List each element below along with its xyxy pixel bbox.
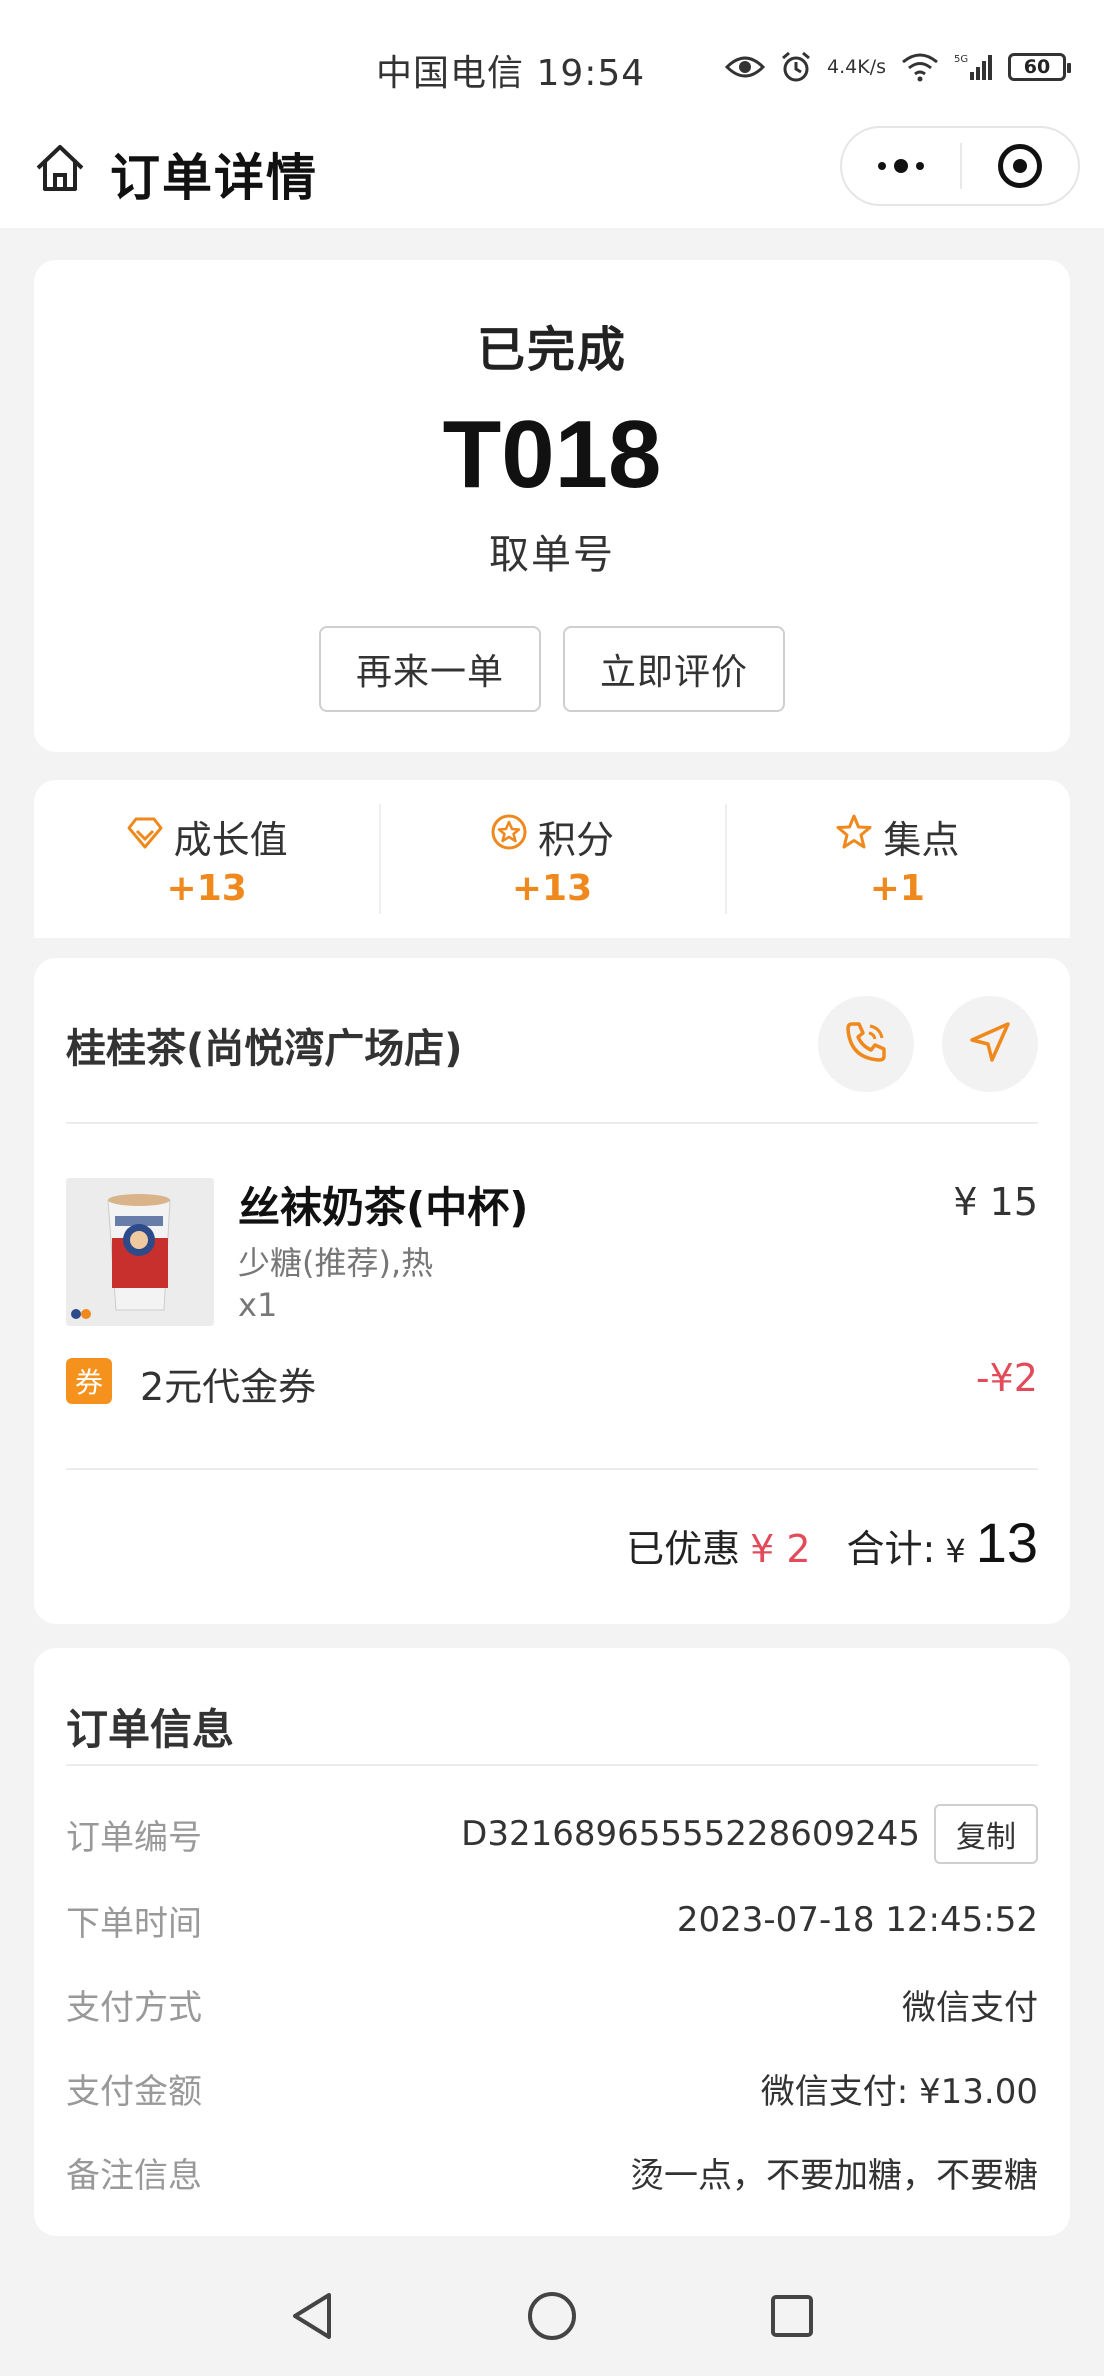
discount-value: ¥ 2	[750, 1527, 811, 1571]
order-total: 已优惠 ¥ 2 合计: ¥ 13	[626, 1510, 1038, 1575]
miniprogram-capsule	[840, 126, 1080, 206]
coupon-name: 2元代金券	[140, 1365, 317, 1409]
discount-label: 已优惠	[626, 1527, 741, 1571]
coupon-icon: 券	[66, 1358, 112, 1404]
home-button[interactable]	[432, 2290, 672, 2346]
home-icon[interactable]	[34, 142, 86, 194]
page-title: 订单详情	[110, 149, 318, 207]
recents-square-icon	[768, 2292, 816, 2344]
info-row-payment-method: 支付方式 微信支付	[66, 1974, 1038, 2034]
order-number: D3216896555522860924​5	[461, 1814, 920, 1854]
reward-value: +13	[166, 868, 247, 909]
info-key: 支付方式	[66, 1987, 202, 2028]
phone-icon	[842, 1018, 890, 1070]
back-triangle-icon	[287, 2289, 337, 2347]
nav-bar: 订单详情	[0, 110, 1104, 228]
star-icon	[835, 813, 873, 860]
navigation-arrow-icon	[966, 1018, 1014, 1070]
divider	[66, 1122, 1038, 1124]
reward-points: 积分 +13	[379, 780, 724, 938]
reward-label: 集点	[883, 818, 960, 862]
alarm-icon	[779, 50, 813, 84]
carrier-time: 中国电信 19:54	[376, 53, 646, 94]
target-icon	[998, 144, 1042, 188]
reward-value: +13	[511, 868, 593, 909]
product-image	[66, 1178, 214, 1326]
order-items-card: 桂桂茶(尚悦湾广场店) 丝袜奶茶(中杯) 少糖(推荐),热 x1 ¥ 15 券 …	[34, 958, 1070, 1624]
close-miniprogram-button[interactable]	[962, 144, 1078, 188]
order-info-title: 订单信息	[66, 1705, 235, 1754]
call-store-button[interactable]	[818, 996, 914, 1092]
back-button[interactable]	[192, 2289, 432, 2347]
info-row-order-number: 订单编号 D3216896555522860924​5 复制	[66, 1804, 1038, 1864]
svg-text:5G: 5G	[954, 54, 968, 65]
copy-button[interactable]: 复制	[934, 1804, 1038, 1864]
info-row-remark: 备注信息 烫一点，不要加糖，不要糖	[66, 2142, 1038, 2202]
pickup-label: 取单号	[489, 532, 615, 578]
store-name[interactable]: 桂桂茶(尚悦湾广场店)	[66, 1016, 463, 1074]
total-amount: 13	[975, 1511, 1038, 1574]
product-name: 丝袜奶茶(中杯)	[238, 1183, 529, 1232]
battery-icon: 60	[1008, 53, 1071, 81]
review-button[interactable]: 立即评价	[563, 626, 785, 712]
more-menu-button[interactable]	[842, 128, 960, 204]
info-key: 订单编号	[66, 1817, 202, 1858]
system-nav-bar	[0, 2260, 1104, 2376]
recents-button[interactable]	[672, 2292, 912, 2344]
home-circle-icon	[526, 2290, 578, 2346]
eye-icon	[725, 54, 766, 80]
points-star-icon	[490, 813, 528, 860]
info-key: 支付金额	[66, 2071, 202, 2112]
divider	[66, 1468, 1038, 1470]
reward-growth: 成长值 +13	[34, 780, 379, 938]
product-price: ¥ 15	[953, 1180, 1038, 1224]
reward-value: +1	[869, 868, 925, 909]
pickup-number: T018	[442, 401, 662, 508]
diamond-icon	[126, 815, 164, 859]
status-icons: 4.4 K/s 5G 60	[725, 42, 1071, 92]
order-status-card: 已完成 T018 取单号 再来一单 立即评价	[34, 260, 1070, 752]
info-key: 下单时间	[66, 1903, 202, 1944]
product-quantity: x1	[238, 1286, 278, 1324]
order-status: 已完成	[476, 322, 627, 378]
info-row-order-time: 下单时间 2023-07-18 12:45:52	[66, 1890, 1038, 1950]
product-spec: 少糖(推荐),热	[238, 1244, 434, 1282]
info-row-payment-amount: 支付金额 微信支付: ¥13.00	[66, 2058, 1038, 2118]
info-value: 2023-07-18 12:45:52	[676, 1900, 1038, 1940]
signal-icon: 5G	[954, 52, 994, 82]
info-value: 烫一点，不要加糖，不要糖	[630, 2155, 1038, 2196]
reward-stamps: 集点 +1	[724, 780, 1070, 938]
navigate-store-button[interactable]	[942, 996, 1038, 1092]
currency-symbol: ¥	[945, 1532, 966, 1570]
coupon-value: -¥2	[975, 1356, 1038, 1400]
total-label: 合计:	[846, 1527, 936, 1571]
reward-label: 积分	[537, 818, 614, 862]
info-value: 微信支付: ¥13.00	[760, 2071, 1038, 2112]
reward-label: 成长值	[173, 818, 288, 862]
reorder-button[interactable]: 再来一单	[319, 626, 541, 712]
rewards-card: 成长值 +13 积分 +13 集点 +1	[34, 780, 1070, 938]
info-value: 微信支付	[902, 1987, 1038, 2028]
divider	[66, 1764, 1038, 1766]
info-key: 备注信息	[66, 2155, 202, 2196]
wifi-icon	[900, 52, 940, 82]
order-info-card: 订单信息 订单编号 D3216896555522860924​5 复制 下单时间…	[34, 1648, 1070, 2236]
net-speed: 4.4 K/s	[827, 56, 886, 78]
